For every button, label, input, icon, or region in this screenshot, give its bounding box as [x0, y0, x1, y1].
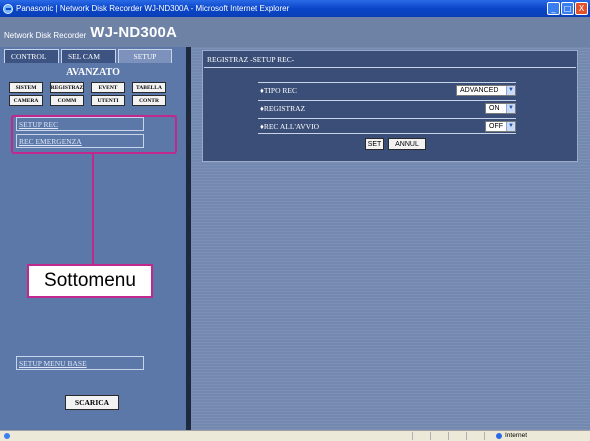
- registraz-select[interactable]: ON ▼: [485, 102, 516, 114]
- menu-button-tabella[interactable]: TABELLA: [132, 82, 166, 93]
- set-button[interactable]: SET: [365, 138, 384, 150]
- menu-button-camera[interactable]: CAMERA: [9, 95, 43, 106]
- chevron-down-icon: ▼: [506, 103, 515, 113]
- settings-actions: SET ANNUL: [365, 138, 426, 150]
- menu-button-sistem[interactable]: SISTEM: [9, 82, 43, 93]
- window-titlebar: Panasonic | Network Disk Recorder WJ-ND3…: [0, 0, 590, 17]
- tab-setup[interactable]: SETUP: [118, 49, 172, 63]
- setup-menu-base-link[interactable]: SETUP MENU BASE: [16, 356, 144, 370]
- heading-divider: [204, 67, 576, 68]
- menu-button-comm[interactable]: COMM: [50, 95, 84, 106]
- callout-label: Sottomenu: [27, 264, 153, 298]
- main-content: REGISTRAZ -SETUP REC- ♦TIPO REC ADVANCED…: [191, 47, 590, 430]
- security-zone: Internet: [496, 432, 527, 439]
- setting-row-tipo-rec: ♦TIPO REC ADVANCED ▼: [258, 82, 516, 97]
- cancel-button[interactable]: ANNUL: [388, 138, 426, 150]
- select-value: OFF: [489, 122, 503, 130]
- setting-row-registraz: ♦REGISTRAZ ON ▼: [258, 100, 516, 115]
- chevron-down-icon: ▼: [506, 121, 515, 131]
- setting-label: ♦REC ALL'AVVIO: [260, 121, 320, 131]
- globe-icon: [496, 432, 502, 439]
- download-button[interactable]: SCARICA: [65, 395, 119, 410]
- select-value: ADVANCED: [460, 86, 499, 94]
- status-separator: [484, 432, 485, 440]
- chevron-down-icon: ▼: [506, 85, 515, 95]
- zone-label: Internet: [505, 432, 528, 439]
- setting-row-rec-avvio: ♦REC ALL'AVVIO OFF ▼: [258, 118, 516, 134]
- ie-logo-icon: [3, 3, 13, 14]
- menu-button-grid: SISTEM REGISTRAZ EVENT TABELLA CAMERA CO…: [9, 82, 166, 106]
- maximize-button[interactable]: □: [561, 2, 574, 15]
- status-bar: Internet: [0, 430, 590, 441]
- select-value: ON: [489, 104, 500, 112]
- app-subtitle: Network Disk Recorder: [4, 31, 87, 40]
- section-title: AVANZATO: [66, 67, 120, 78]
- menu-button-event[interactable]: EVENT: [91, 82, 125, 93]
- page-icon: [4, 433, 10, 439]
- status-separator: [466, 432, 467, 440]
- status-separator: [412, 432, 413, 440]
- menu-button-utenti[interactable]: UTENTI: [91, 95, 125, 106]
- status-separator: [448, 432, 449, 440]
- callout-line: [92, 154, 94, 264]
- window-controls: _ □ X: [547, 2, 588, 15]
- main-tabs: CONTROL SEL CAM SETUP: [4, 49, 172, 63]
- app-model-name: WJ-ND300A: [90, 24, 178, 41]
- settings-heading: REGISTRAZ -SETUP REC-: [207, 55, 295, 64]
- menu-button-registraz[interactable]: REGISTRAZ: [50, 82, 84, 93]
- setting-label: ♦TIPO REC: [260, 85, 297, 95]
- tab-control[interactable]: CONTROL: [4, 49, 59, 63]
- menu-button-contr[interactable]: CONTR: [132, 95, 166, 106]
- settings-panel: REGISTRAZ -SETUP REC- ♦TIPO REC ADVANCED…: [202, 50, 578, 162]
- tipo-rec-select[interactable]: ADVANCED ▼: [456, 84, 516, 96]
- window-title: Panasonic | Network Disk Recorder WJ-ND3…: [16, 4, 290, 13]
- rec-avvio-select[interactable]: OFF ▼: [485, 120, 516, 132]
- status-separator: [430, 432, 431, 440]
- tab-sel-cam[interactable]: SEL CAM: [61, 49, 116, 63]
- setting-label: ♦REGISTRAZ: [260, 103, 306, 113]
- minimize-button[interactable]: _: [547, 2, 560, 15]
- submenu-highlight-frame: [11, 115, 177, 154]
- close-button[interactable]: X: [575, 2, 588, 15]
- app-header: Network Disk Recorder WJ-ND300A: [0, 17, 590, 47]
